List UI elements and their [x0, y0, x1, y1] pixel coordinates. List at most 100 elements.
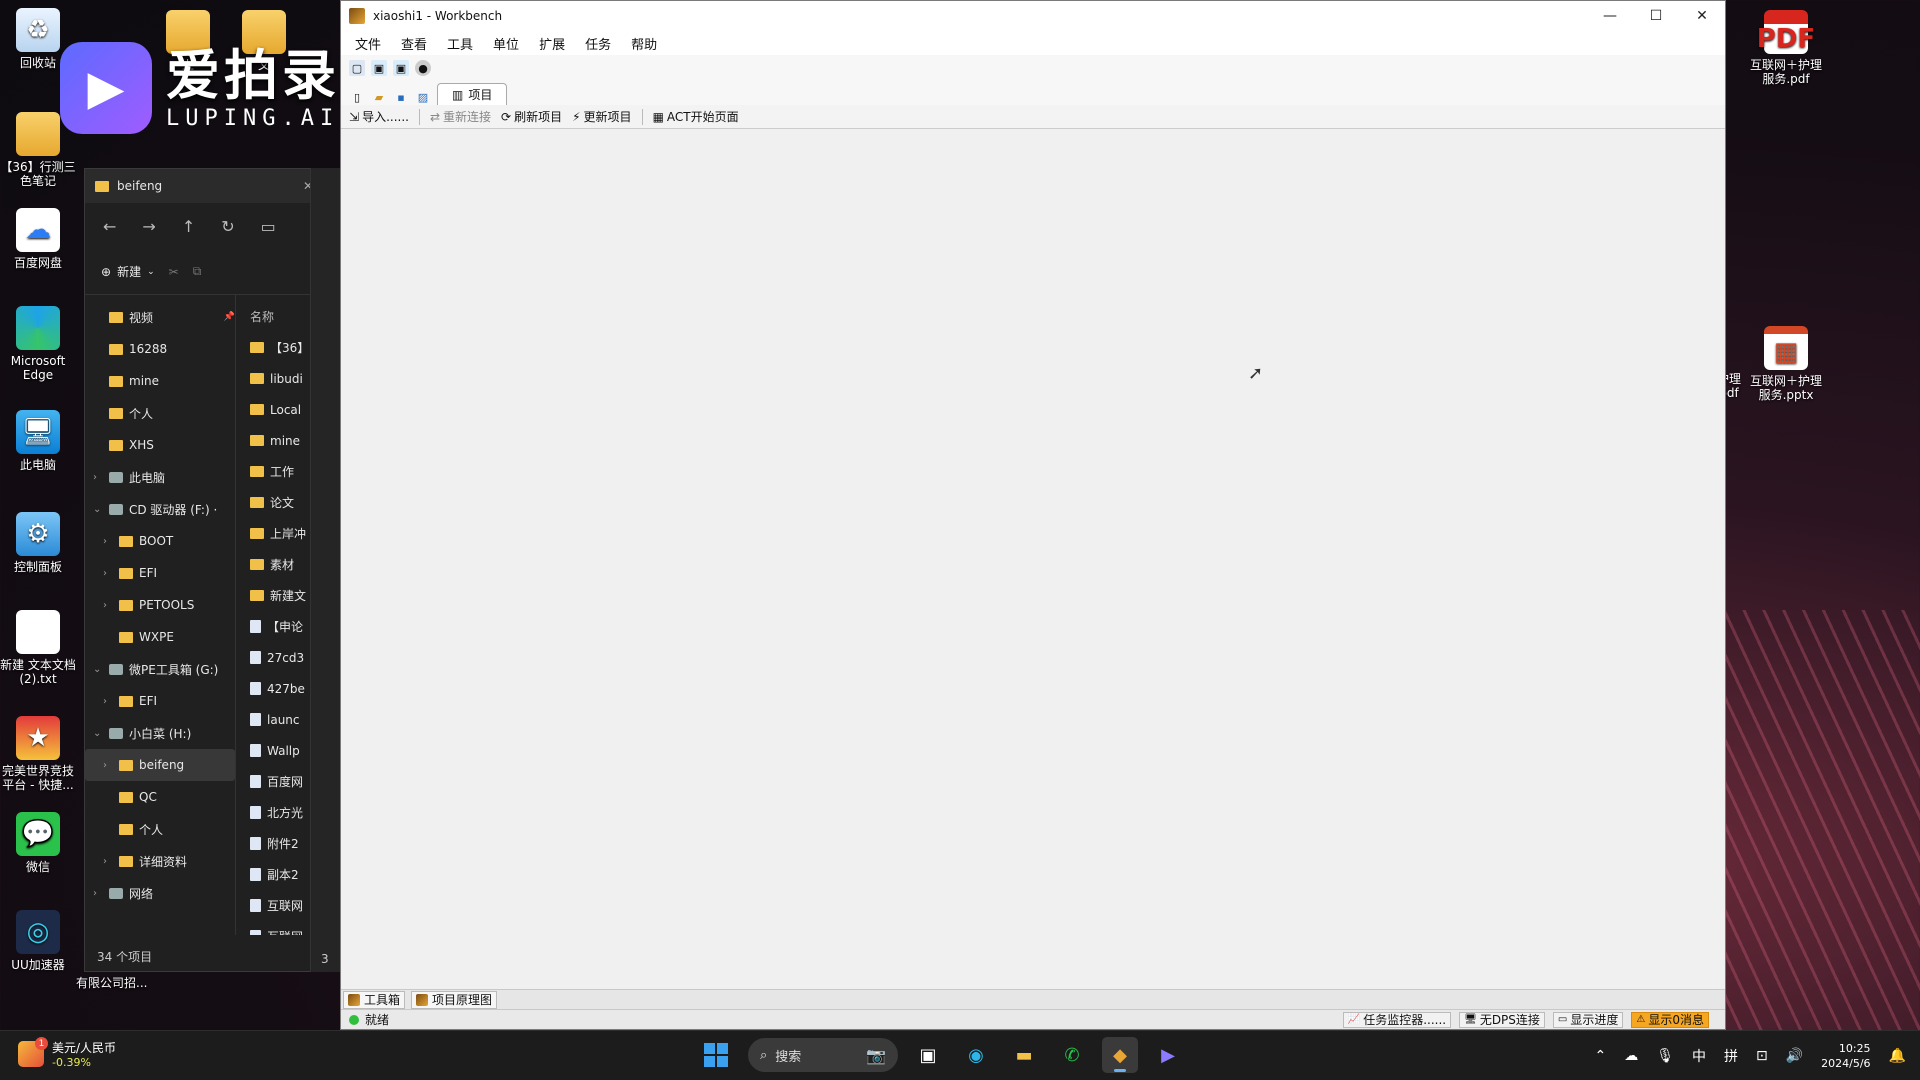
menu-item[interactable]: 文件 — [355, 34, 381, 53]
workbench-window[interactable]: xiaoshi1 - Workbench — ☐ ✕ 文件 查看 工具 单位 扩展 任务 帮… — [340, 0, 1726, 1030]
export-image-icon[interactable]: ▨ — [415, 89, 431, 105]
tree-item[interactable]: 个人 — [85, 813, 235, 845]
desktop-icon-pptx[interactable]: ▦ 互联网＋护理服务.pptx — [1748, 326, 1824, 402]
start-button[interactable] — [704, 1043, 728, 1067]
show-hidden-icons-icon[interactable]: ⌃ — [1594, 1048, 1606, 1064]
up-icon[interactable]: ↑ — [182, 217, 195, 236]
save-icon[interactable]: ▣ — [371, 60, 387, 76]
cut-icon[interactable]: ✂ — [169, 265, 179, 279]
cloud-icon[interactable]: ☁ — [1624, 1048, 1638, 1064]
chevron-icon[interactable]: ⌄ — [93, 664, 103, 675]
tree-item[interactable]: 视频 📌 — [85, 301, 235, 333]
tree-item[interactable]: › 此电脑 — [85, 461, 235, 493]
bottom-tab[interactable]: 工具箱 — [343, 990, 406, 1009]
menu-item[interactable]: 工具 — [447, 34, 473, 53]
tree-item[interactable]: mine — [85, 365, 235, 397]
tab-project[interactable]: ▥ 项目 — [437, 83, 508, 105]
tree-item[interactable]: ⌄ CD 驱动器 (F:) · — [85, 493, 235, 525]
network-icon[interactable]: ⊡ — [1756, 1048, 1768, 1064]
desktop-icon-edge[interactable]: Microsoft Edge — [0, 306, 76, 382]
bottom-tab[interactable]: 项目原理图 — [411, 990, 498, 1009]
refresh-icon[interactable]: ↻ — [221, 217, 234, 236]
action-button[interactable]: ▦ ACT开始页面 — [653, 108, 739, 125]
new-project-icon[interactable]: ▢ — [349, 60, 365, 76]
desktop-icon-baidu-netdisk[interactable]: ☁ 百度网盘 — [0, 208, 76, 270]
action-button[interactable]: ⇲ 导入...... — [349, 108, 409, 125]
finance-widget[interactable]: 1 美元/人民币 -0.39% — [18, 1037, 116, 1069]
tree-item[interactable]: XHS — [85, 429, 235, 461]
desktop-icon-wechat[interactable]: 💬 微信 — [0, 812, 76, 874]
minimize-button[interactable]: — — [1587, 1, 1633, 31]
new-button[interactable]: ⊕ 新建 ⌄ — [101, 263, 155, 280]
copy-icon[interactable]: ⧉ — [193, 264, 202, 279]
edge-taskbar-icon[interactable]: ◉ — [958, 1037, 994, 1073]
chevron-icon[interactable]: › — [103, 600, 113, 611]
chevron-icon[interactable]: › — [103, 536, 113, 547]
tree-item[interactable]: › beifeng — [85, 749, 235, 781]
menu-item[interactable]: 扩展 — [539, 34, 565, 53]
menu-item[interactable]: 单位 — [493, 34, 519, 53]
notification-bell-icon[interactable]: 🔔 — [1889, 1048, 1906, 1064]
chevron-icon[interactable]: › — [93, 472, 103, 483]
back-icon[interactable]: ← — [103, 217, 116, 236]
chevron-icon[interactable]: ⌄ — [93, 728, 103, 739]
microphone-icon[interactable]: 🎙 — [1656, 1048, 1674, 1064]
chevron-icon[interactable]: › — [93, 888, 103, 899]
save-disk-icon[interactable]: ▪ — [393, 89, 409, 105]
action-button[interactable]: ⚡ 更新项目 — [572, 108, 631, 125]
desktop-icon-uu-accelerator[interactable]: ◎ UU加速器 — [0, 910, 76, 972]
clock[interactable]: 10:25 2024/5/6 — [1821, 1041, 1870, 1071]
desktop-icon-this-pc[interactable]: 🖥 此电脑 — [0, 410, 76, 472]
file-explorer-taskbar-icon[interactable]: ▬ — [1006, 1037, 1042, 1073]
workbench-taskbar-icon[interactable]: ◆ — [1102, 1037, 1138, 1073]
status-button[interactable]: 🖥 无DPS连接 — [1459, 1011, 1545, 1028]
chevron-icon[interactable]: › — [103, 696, 113, 707]
action-button[interactable]: ⇄ 重新连接 — [430, 108, 491, 125]
archive-icon[interactable]: ● — [415, 60, 431, 76]
desktop-icon-game-platform[interactable]: ★ 完美世界竞技平台 - 快捷... — [0, 716, 76, 792]
action-button[interactable]: ⟳ 刷新项目 — [501, 108, 562, 125]
file-explorer-window[interactable]: beifeng ✕ ← → ↑ ↻ ▭ ⊕ 新建 ⌄ ✂ ⧉ 视频 📌 16288 m… — [84, 168, 324, 972]
tree-item[interactable]: QC — [85, 781, 235, 813]
view-icon[interactable]: ▭ — [261, 217, 276, 236]
menu-item[interactable]: 查看 — [401, 34, 427, 53]
wechat-taskbar-icon[interactable]: ✆ — [1054, 1037, 1090, 1073]
tree-item[interactable]: 个人 — [85, 397, 235, 429]
chevron-icon[interactable]: › — [103, 760, 113, 771]
forward-icon[interactable]: → — [142, 217, 155, 236]
close-button[interactable]: ✕ — [1679, 1, 1725, 31]
tree-item[interactable]: ⌄ 微PE工具箱 (G:) — [85, 653, 235, 685]
save-as-icon[interactable]: ▣ — [393, 60, 409, 76]
chevron-icon[interactable]: › — [103, 568, 113, 579]
tree-item[interactable]: › PETOOLS — [85, 589, 235, 621]
desktop-icon-pdf[interactable]: PDF 互联网＋护理服务.pdf — [1748, 10, 1824, 86]
chevron-icon[interactable]: ⌄ — [93, 504, 103, 515]
ime-language[interactable]: 中 — [1692, 1046, 1706, 1066]
tree-item[interactable]: › EFI — [85, 557, 235, 589]
tree-item[interactable]: › EFI — [85, 685, 235, 717]
tree-item[interactable]: 16288 — [85, 333, 235, 365]
task-view-icon[interactable]: ▣ — [910, 1037, 946, 1073]
open-folder-icon[interactable]: ▰ — [371, 89, 387, 105]
taskbar-search[interactable]: ⌕ 搜索 📷 — [748, 1038, 898, 1072]
tree-item[interactable]: › 网络 — [85, 877, 235, 909]
project-schematic-canvas[interactable]: ➚ — [341, 131, 1725, 989]
tree-item[interactable]: › BOOT — [85, 525, 235, 557]
recorder-taskbar-icon[interactable]: ▶ — [1150, 1037, 1186, 1073]
status-button[interactable]: 📈 任务监控器...... — [1342, 1011, 1452, 1028]
desktop-icon-control-panel[interactable]: ⚙ 控制面板 — [0, 512, 76, 574]
chevron-icon[interactable]: › — [103, 856, 113, 867]
tree-item[interactable]: › 详细资料 — [85, 845, 235, 877]
menu-item[interactable]: 任务 — [585, 34, 611, 53]
tree-item[interactable]: WXPE — [85, 621, 235, 653]
status-button[interactable]: ⚠ 显示0消息 — [1631, 1011, 1709, 1028]
menu-item[interactable]: 帮助 — [631, 34, 657, 53]
explorer-tab[interactable]: beifeng ✕ — [85, 169, 323, 203]
tree-item[interactable]: ⌄ 小白菜 (H:) — [85, 717, 235, 749]
desktop-icon-text-file[interactable]: 新建 文本文档 (2).txt — [0, 610, 76, 686]
ime-mode[interactable]: 拼 — [1724, 1046, 1738, 1066]
status-button[interactable]: ▭ 显示进度 — [1552, 1011, 1624, 1028]
volume-icon[interactable]: 🔊 — [1786, 1048, 1803, 1064]
new-file-icon[interactable]: ▯ — [349, 89, 365, 105]
maximize-button[interactable]: ☐ — [1633, 1, 1679, 31]
